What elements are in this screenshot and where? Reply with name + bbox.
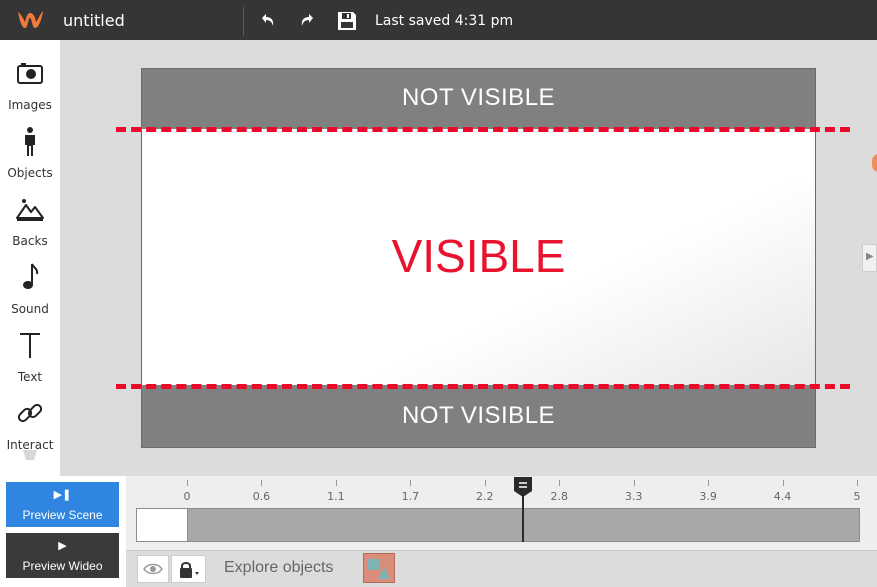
not-visible-label-bottom: NOT VISIBLE — [401, 402, 556, 429]
timeline-clip-start[interactable] — [136, 508, 188, 542]
link-icon — [17, 403, 43, 423]
not-visible-zone-bottom: NOT VISIBLE — [142, 385, 815, 447]
timeline-tick-label: 3.3 — [624, 490, 643, 503]
playhead-handle[interactable] — [513, 476, 533, 498]
mountain-icon — [16, 199, 44, 221]
undo-icon — [262, 14, 274, 26]
person-icon — [25, 127, 35, 156]
sidebar-item-label: Objects — [7, 166, 53, 180]
sidebar-item-text[interactable]: Text — [0, 324, 60, 388]
left-sidebar: Images Objects Backs Sound Text Interact — [0, 40, 60, 476]
preview-video-label: Preview Wideo — [22, 559, 103, 573]
scroll-more-icon[interactable] — [22, 448, 38, 462]
safe-area-guide-top — [116, 127, 850, 132]
save-button[interactable] — [336, 10, 358, 32]
timeline-tick-label: 2.2 — [476, 490, 494, 503]
top-bar: untitled Last saved 4:31 pm — [0, 0, 877, 40]
playhead-line — [522, 496, 524, 542]
sidebar-item-label: Text — [17, 370, 43, 384]
side-panel-indicator[interactable] — [872, 154, 877, 172]
timeline-tick-label: 3.9 — [699, 490, 717, 503]
timeline-tick-label: 4.4 — [773, 490, 792, 503]
visible-label: VISIBLE — [391, 230, 566, 282]
timeline-tick — [261, 480, 263, 486]
timeline-tick — [410, 480, 412, 486]
sidebar-item-label: Backs — [12, 234, 48, 248]
play-icon: ▶ — [58, 540, 67, 552]
not-visible-label-top: NOT VISIBLE — [401, 84, 556, 111]
play-step-icon: ▶❚ — [53, 489, 72, 501]
text-t-icon — [20, 333, 40, 358]
undo-button[interactable] — [256, 10, 278, 32]
music-note-icon — [23, 263, 39, 289]
timeline-track[interactable] — [136, 508, 860, 542]
explore-objects-label[interactable]: Explore objects — [224, 559, 333, 577]
timeline-tick-label: 1.1 — [327, 490, 345, 503]
safe-area-guide-bottom — [116, 384, 850, 389]
lock-icon — [179, 562, 199, 578]
sidebar-item-label: Images — [8, 98, 52, 112]
visibility-toggle-button[interactable] — [137, 555, 169, 583]
timeline-tick-label: 1.7 — [401, 490, 420, 503]
right-panel-toggle[interactable]: ▶ — [862, 244, 877, 272]
sidebar-item-sound[interactable]: Sound — [0, 256, 60, 320]
timeline-tick — [633, 480, 635, 486]
save-disk-icon — [338, 12, 356, 30]
wideo-logo-icon[interactable] — [16, 8, 46, 34]
eye-icon — [143, 563, 163, 575]
not-visible-zone-top: NOT VISIBLE — [142, 69, 815, 129]
timeline-tick — [857, 480, 858, 486]
preview-scene-button[interactable]: ▶❚ Preview Scene — [6, 482, 119, 527]
object-thumbnail[interactable] — [363, 553, 395, 583]
document-title[interactable]: untitled — [63, 11, 125, 30]
sidebar-item-objects[interactable]: Objects — [0, 120, 60, 184]
toolbar-divider — [243, 7, 244, 36]
timeline-tick — [708, 480, 710, 486]
timeline-tick-label: 0 — [183, 490, 191, 503]
timeline-tick — [782, 480, 784, 486]
redo-button[interactable] — [297, 10, 319, 32]
scene-stage[interactable]: NOT VISIBLE VISIBLE NOT VISIBLE — [141, 68, 816, 448]
preview-scene-label: Preview Scene — [22, 508, 103, 522]
visible-zone: VISIBLE — [142, 129, 815, 387]
caret-right-icon: ▶ — [866, 251, 874, 262]
timeline-tick — [484, 480, 486, 486]
shapes-icon — [367, 559, 390, 579]
sidebar-item-interact[interactable]: Interact — [0, 392, 60, 456]
preview-video-button[interactable]: ▶ Preview Wideo — [6, 533, 119, 578]
timeline-tick-label: 5 — [853, 490, 861, 503]
last-saved-status: Last saved 4:31 pm — [375, 13, 514, 29]
sidebar-item-images[interactable]: Images — [0, 52, 60, 116]
timeline-tick-label: 2.8 — [550, 490, 568, 503]
timeline-tick — [335, 480, 337, 486]
camera-icon — [17, 63, 43, 84]
timeline-tick — [187, 480, 188, 486]
sidebar-item-label: Sound — [11, 302, 49, 316]
redo-icon — [301, 14, 313, 26]
timeline-tick-label: 0.6 — [252, 490, 271, 503]
timeline-tick — [559, 480, 561, 486]
sidebar-item-backs[interactable]: Backs — [0, 188, 60, 252]
lock-dropdown-button[interactable] — [171, 555, 206, 583]
